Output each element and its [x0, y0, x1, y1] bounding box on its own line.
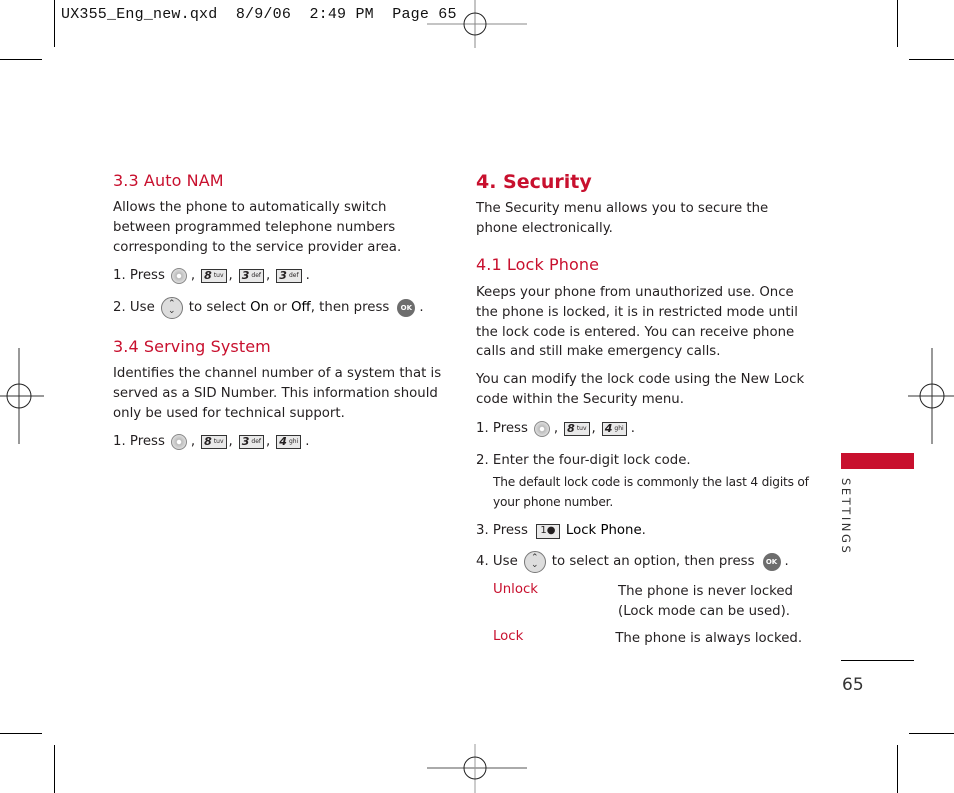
registration-mark-left — [0, 348, 44, 444]
key-1-voicemail-icon: 1 ● — [535, 523, 560, 539]
crop-mark — [0, 59, 42, 60]
lock-phone-modify-note: You can modify the lock code using the N… — [476, 372, 805, 407]
crop-mark — [54, 745, 55, 793]
key-3-icon: 3 def — [276, 269, 302, 284]
registration-mark-right — [908, 348, 954, 444]
menu-center-key-icon — [170, 268, 187, 285]
auto-nam-description: Allows the phone to automatically switch… — [113, 200, 402, 255]
lock-phone-menu-item: Lock Phone — [565, 523, 642, 539]
heading-serving-system: 3.4 Serving System — [113, 337, 271, 356]
lock-options-table: Unlock The phone is never locked (Lock m… — [493, 582, 811, 649]
key-3-icon: 3 def — [238, 269, 265, 284]
crop-mark — [897, 745, 898, 793]
section-security: 4. Security The Security menu allows you… — [476, 171, 811, 239]
section-lock-phone: 4.1 Lock Phone Keeps your phone from una… — [476, 255, 811, 649]
up-down-navigation-key-icon: ⌃ ⌄ — [160, 297, 183, 320]
crop-mark — [897, 0, 898, 47]
page-number: 65 — [842, 675, 864, 695]
auto-nam-step-1: 1. Press , 8 tuv, 3 def, 3 def . — [113, 268, 310, 285]
lock-phone-step-3: 3. Press 1 ● Lock Phone. — [476, 521, 811, 541]
serving-system-step-1: 1. Press , 8 tuv, 3 def, 4 ghi . — [113, 434, 310, 451]
menu-center-key-icon — [170, 434, 187, 451]
section-tab-accent — [841, 453, 914, 469]
auto-nam-step-2: 2. Use ⌃ ⌄ to select On or Off, then pres… — [113, 297, 448, 320]
crop-mark — [0, 733, 42, 734]
crop-mark — [54, 0, 55, 47]
option-label: Unlock — [493, 582, 539, 598]
option-on: On — [250, 300, 269, 316]
option-off: Off — [291, 300, 311, 316]
crop-mark — [909, 59, 954, 60]
key-3-icon: 3 def — [238, 435, 265, 450]
section-serving-system: 3.4 Serving System Identifies the channe… — [113, 337, 448, 452]
option-row-unlock: Unlock The phone is never locked (Lock m… — [493, 582, 811, 621]
page-number-rule — [841, 660, 914, 661]
default-lock-code-note: The default lock code is commonly the la… — [493, 474, 809, 509]
up-down-navigation-key-icon: ⌃ ⌄ — [523, 551, 546, 574]
ok-key-icon: OK — [762, 553, 781, 572]
option-label: Lock — [493, 629, 524, 645]
security-description: The Security menu allows you to secure t… — [476, 201, 769, 236]
section-auto-nam: 3.3 Auto NAM Allows the phone to automat… — [113, 171, 448, 320]
heading-auto-nam: 3.3 Auto NAM — [113, 171, 224, 190]
lock-phone-step-2: 2. Enter the four-digit lock code. — [476, 452, 691, 468]
key-8-icon: 8 tuv — [201, 269, 227, 284]
registration-mark-bottom — [427, 744, 527, 793]
heading-security: 4. Security — [476, 171, 592, 193]
key-8-icon: 8 tuv — [201, 435, 227, 450]
key-4-icon: 4 ghi — [601, 421, 627, 436]
heading-lock-phone: 4.1 Lock Phone — [476, 255, 600, 274]
ok-key-icon: OK — [397, 299, 416, 318]
option-row-lock: Lock The phone is always locked. — [493, 629, 811, 649]
lock-phone-step-4: 4. Use ⌃ ⌄ to select an option, then pres… — [476, 551, 811, 574]
lock-phone-description: Keeps your phone from unauthorized use. … — [476, 285, 798, 360]
lock-phone-step-1: 1. Press , 8 tuv, 4 ghi . — [476, 420, 635, 437]
section-tab-label: SETTINGS — [839, 478, 853, 556]
option-description: The phone is never locked (Lock mode can… — [618, 584, 793, 619]
crop-mark — [909, 733, 954, 734]
key-8-icon: 8 tuv — [564, 421, 590, 436]
serving-system-description: Identifies the channel number of a syste… — [113, 366, 442, 421]
file-slug-line: UX355_Eng_new.qxd 8/9/06 2:49 PM Page 65 — [61, 6, 457, 23]
key-4-icon: 4 ghi — [276, 435, 302, 450]
option-description: The phone is always locked. — [615, 631, 803, 647]
menu-center-key-icon — [533, 420, 550, 437]
